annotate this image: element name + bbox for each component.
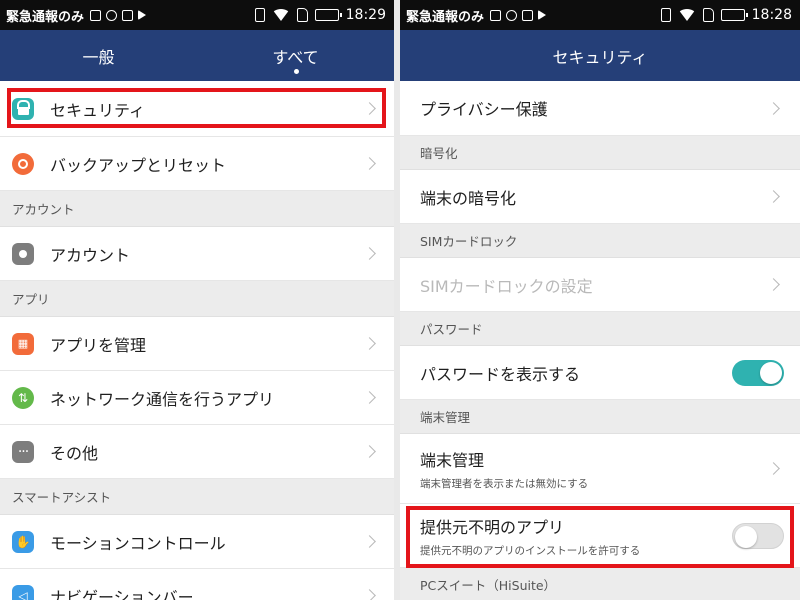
settings-item-account[interactable]: アカウント — [0, 227, 394, 281]
navigation-icon: ◁ — [12, 584, 34, 600]
settings-item-security[interactable]: セキュリティ — [0, 81, 394, 137]
clock: 18:28 — [751, 7, 792, 23]
vibrate-icon — [660, 8, 671, 22]
clock: 18:29 — [345, 7, 386, 23]
settings-item-encrypt-device[interactable]: 端末の暗号化 — [400, 170, 800, 224]
security-list: プライバシー保護 暗号化 端末の暗号化 SIMカードロック SIMカードロックの… — [400, 81, 800, 600]
settings-item-device-admin[interactable]: 端末管理 端末管理者を表示または無効にする — [400, 434, 800, 504]
carrier-text: 緊急通報のみ — [6, 9, 85, 25]
section-header-sim-lock: SIMカードロック — [400, 224, 800, 258]
play-store-icon — [138, 10, 147, 20]
chevron-right-icon — [767, 101, 780, 115]
screenshot-composite: 緊急通報のみ 18:29 一般 すべて セキュリティ バックアップとリセット ア… — [0, 0, 800, 600]
settings-item-privacy[interactable]: プライバシー保護 — [400, 81, 800, 136]
play-store-icon — [538, 10, 547, 20]
security-settings-panel: 緊急通報のみ 18:28 セキュリティ プライバシー保護 暗号化 端末の暗号化 … — [400, 0, 800, 600]
section-header-encryption: 暗号化 — [400, 136, 800, 170]
settings-item-network-apps[interactable]: ⇅ ネットワーク通信を行うアプリ — [0, 371, 394, 425]
chevron-right-icon — [363, 535, 376, 548]
chevron-right-icon — [363, 589, 376, 600]
chevron-right-icon — [363, 337, 376, 350]
chevron-right-icon — [363, 102, 376, 115]
image-icon — [522, 9, 534, 21]
settings-item-show-password[interactable]: パスワードを表示する — [400, 346, 800, 400]
sim-icon — [702, 8, 714, 22]
battery-icon — [720, 9, 748, 21]
network-icon: ⇅ — [12, 386, 34, 409]
status-bar: 緊急通報のみ 18:29 — [0, 0, 394, 30]
more-icon: ··· — [12, 440, 34, 463]
wifi-icon — [677, 9, 696, 21]
chevron-right-icon — [363, 247, 376, 260]
chevron-right-icon — [363, 157, 376, 170]
chevron-right-icon — [363, 391, 376, 404]
show-password-toggle[interactable] — [732, 359, 784, 386]
section-header-pc-suite: PCスイート（HiSuite） — [400, 568, 800, 600]
settings-item-backup-reset[interactable]: バックアップとリセット — [0, 137, 394, 191]
heart-icon — [506, 9, 518, 21]
heart-icon — [106, 9, 118, 21]
status-bar: 緊急通報のみ 18:28 — [400, 0, 800, 30]
section-header-smart-assist: スマートアシスト — [0, 479, 394, 515]
wifi-icon — [271, 9, 290, 21]
backup-icon — [12, 152, 34, 175]
settings-item-other[interactable]: ··· その他 — [0, 425, 394, 479]
section-header-apps: アプリ — [0, 281, 394, 317]
vibrate-icon — [254, 8, 265, 22]
chevron-right-icon — [767, 190, 780, 203]
notification-icon — [490, 9, 502, 21]
security-app-bar: セキュリティ — [400, 30, 800, 81]
chevron-right-icon — [767, 462, 780, 475]
tab-all[interactable]: すべて — [197, 30, 394, 81]
settings-item-manage-apps[interactable]: ▦ アプリを管理 — [0, 317, 394, 371]
settings-panel-all: 緊急通報のみ 18:29 一般 すべて セキュリティ バックアップとリセット ア… — [0, 0, 394, 600]
notification-icon — [90, 9, 102, 21]
settings-item-navigation-bar[interactable]: ◁ ナビゲーションバー — [0, 569, 394, 600]
section-header-account: アカウント — [0, 191, 394, 227]
sim-icon — [296, 8, 308, 22]
section-header-password: パスワード — [400, 312, 800, 346]
account-icon — [12, 242, 34, 265]
apps-grid-icon: ▦ — [12, 332, 34, 355]
image-icon — [122, 9, 134, 21]
section-header-device-admin: 端末管理 — [400, 400, 800, 434]
unknown-sources-toggle[interactable] — [732, 522, 784, 549]
settings-list: セキュリティ バックアップとリセット アカウント アカウント アプリ ▦ アプリ… — [0, 81, 394, 600]
lock-icon — [12, 97, 34, 120]
battery-icon — [314, 9, 342, 21]
settings-item-motion-control[interactable]: ✋ モーションコントロール — [0, 515, 394, 569]
carrier-text: 緊急通報のみ — [406, 9, 485, 25]
settings-tab-bar: 一般 すべて — [0, 30, 394, 81]
page-title: セキュリティ — [552, 47, 648, 67]
settings-item-unknown-sources[interactable]: 提供元不明のアプリ 提供元不明のアプリのインストールを許可する — [400, 504, 800, 568]
chevron-right-icon — [767, 278, 780, 291]
settings-item-sim-lock-settings[interactable]: SIMカードロックの設定 — [400, 258, 800, 312]
tab-general[interactable]: 一般 — [0, 30, 197, 81]
hand-icon: ✋ — [12, 530, 34, 553]
chevron-right-icon — [363, 445, 376, 458]
